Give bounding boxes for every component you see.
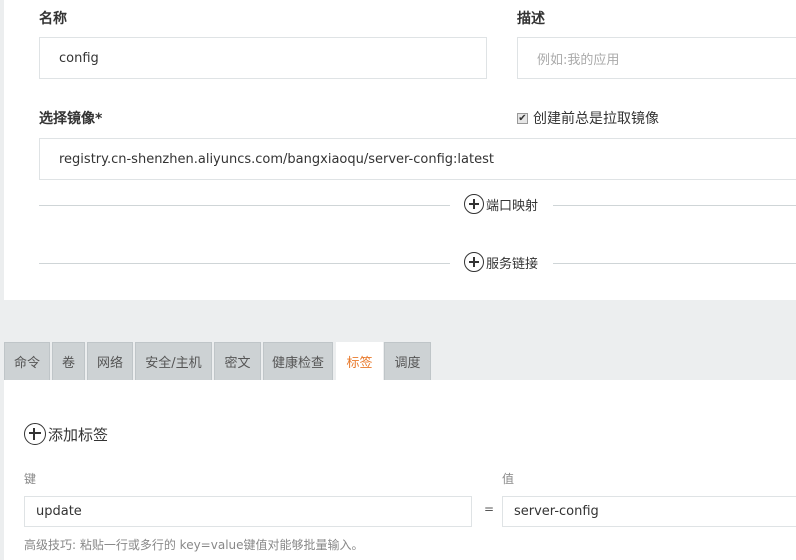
name-label: 名称 [39,11,67,27]
checkbox-checked-icon[interactable]: ✔ [517,112,528,124]
label-key-value: update [36,504,82,519]
equals-sign: = [484,502,495,516]
image-label: 选择镜像* [39,111,103,127]
description-input[interactable]: 例如:我的应用 [517,37,796,79]
tab-network[interactable]: 网络 [87,342,133,380]
labels-tab-content [4,380,796,560]
port-mapping-label: 端口映射 [486,198,539,214]
tab-volumes[interactable]: 卷 [52,342,85,380]
tab-security-host[interactable]: 安全/主机 [135,342,212,380]
image-input[interactable]: registry.cn-shenzhen.aliyuncs.com/bangxi… [39,138,796,180]
divider [553,205,796,206]
divider [39,205,450,206]
bulk-input-hint: 高级技巧: 粘贴一行或多行的 key=value键值对能够批量输入。 [24,538,364,552]
label-value-input[interactable]: server-config [502,496,796,527]
description-label: 描述 [517,11,545,27]
divider [39,263,450,264]
tab-secrets[interactable]: 密文 [214,342,261,380]
add-label-button[interactable]: 添加标签 [24,423,108,445]
value-header: 值 [502,472,515,486]
tab-labels[interactable]: 标签 [336,342,383,380]
plus-circle-icon [464,252,484,272]
add-label-text: 添加标签 [48,425,109,444]
tab-command[interactable]: 命令 [4,342,50,380]
service-link-label: 服务链接 [486,256,539,272]
tab-scheduling[interactable]: 调度 [384,342,431,380]
always-pull-label: 创建前总是拉取镜像 [533,111,659,127]
image-input-value: registry.cn-shenzhen.aliyuncs.com/bangxi… [59,151,494,167]
name-input[interactable]: config [39,37,487,79]
plus-circle-icon [464,194,484,214]
tab-health-check[interactable]: 健康检查 [263,342,333,380]
label-value-value: server-config [514,504,599,519]
add-service-link-button[interactable]: 服务链接 [464,252,538,272]
plus-circle-icon [24,423,46,445]
add-port-mapping-button[interactable]: 端口映射 [464,194,538,214]
description-placeholder: 例如:我的应用 [537,52,620,68]
label-key-input[interactable]: update [24,496,472,527]
always-pull-option[interactable]: ✔ 创建前总是拉取镜像 [517,108,659,128]
name-input-value: config [59,50,99,66]
key-header: 键 [24,472,37,486]
divider [553,263,796,264]
